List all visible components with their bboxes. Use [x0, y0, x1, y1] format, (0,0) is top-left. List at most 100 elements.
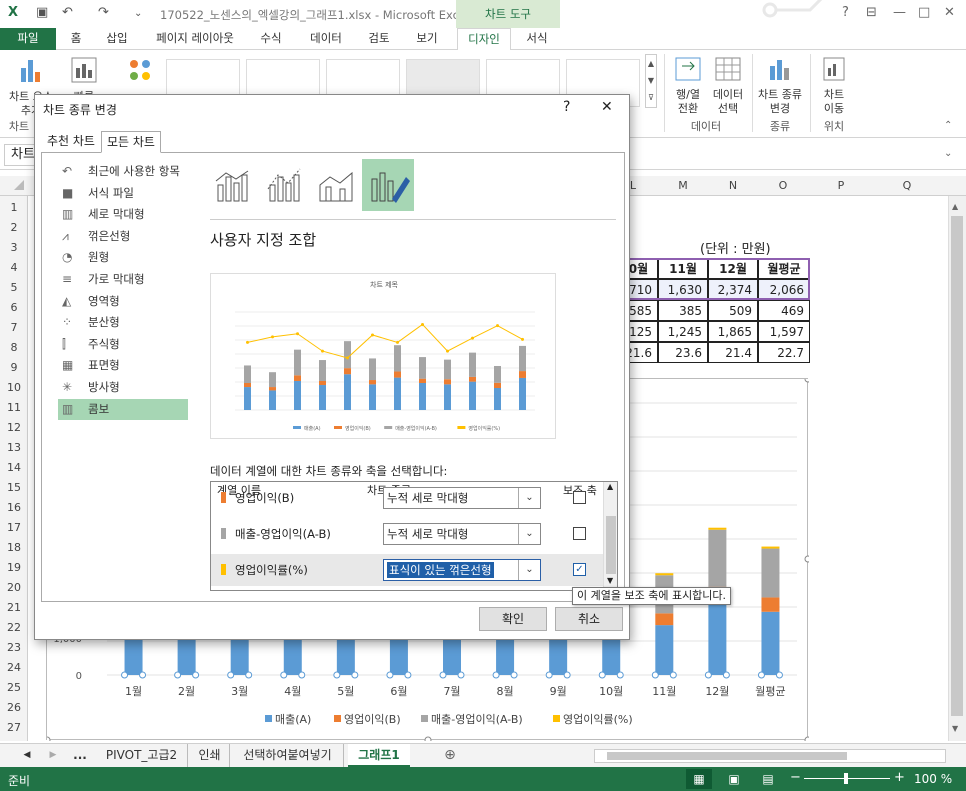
scroll-down-icon[interactable]: ▼ — [952, 724, 958, 733]
row-header[interactable]: 7 — [0, 318, 28, 338]
chart-resize-handle[interactable] — [804, 375, 812, 383]
table-cell[interactable]: 1,865 — [708, 321, 758, 342]
chart-resize-handle[interactable] — [43, 736, 51, 744]
column-header[interactable]: P — [808, 176, 874, 196]
formula-input[interactable]: ) — [620, 144, 940, 166]
bar-sales[interactable] — [708, 602, 727, 675]
chart-type-10[interactable]: ✳ 방사형 — [58, 377, 188, 398]
row-header[interactable]: 21 — [0, 598, 28, 618]
select-data-button[interactable]: 데이터 선택 — [708, 54, 748, 116]
grid-scroll-down-icon[interactable]: ▼ — [607, 576, 613, 585]
sheet-tab[interactable]: PIVOT_고급2 — [96, 744, 188, 767]
bar-sales-minus-profit[interactable] — [761, 548, 780, 598]
tab-page-layout[interactable]: 페이지 레이아웃 — [150, 28, 240, 50]
table-header-cell[interactable]: 12월 — [708, 258, 758, 279]
bar-sales[interactable] — [761, 611, 780, 675]
column-header[interactable]: O — [758, 176, 808, 196]
tab-file[interactable]: 파일 — [0, 28, 56, 50]
row-header[interactable]: 24 — [0, 658, 28, 678]
tab-home[interactable]: 홈 — [64, 28, 88, 50]
restore-button[interactable]: □ — [918, 5, 930, 20]
scrollbar-thumb[interactable] — [951, 216, 963, 716]
series-chart-type-dropdown[interactable]: 누적 세로 막대형 ⌄ — [383, 523, 541, 545]
subtype-column-line-secondary[interactable] — [260, 161, 310, 209]
dropdown-arrow-icon[interactable]: ⌄ — [518, 560, 540, 580]
collapse-ribbon-icon[interactable]: ⌃ — [944, 120, 952, 131]
subtype-custom-combination[interactable] — [362, 159, 414, 211]
tab-format[interactable]: 서식 — [520, 28, 554, 50]
save-icon[interactable]: ▣ — [36, 5, 48, 20]
h-scroll-thumb[interactable] — [607, 752, 847, 760]
table-cell[interactable]: 1,630 — [658, 279, 708, 300]
margin-marker[interactable] — [761, 546, 780, 549]
chart-type-8[interactable]: ⫿ 주식형 — [58, 334, 188, 355]
chart-resize-handle[interactable] — [804, 555, 812, 563]
tab-all-charts[interactable]: 모든 차트 — [101, 131, 161, 153]
cancel-button[interactable]: 취소 — [555, 607, 623, 631]
bar-operating-profit[interactable] — [761, 597, 780, 612]
row-header[interactable]: 22 — [0, 618, 28, 638]
table-cell[interactable]: 385 — [658, 300, 708, 321]
chart-type-7[interactable]: ⁘ 분산형 — [58, 312, 188, 333]
table-header-cell[interactable]: 월평균 — [758, 258, 810, 279]
row-header[interactable]: 8 — [0, 338, 28, 358]
grid-scroll-up-icon[interactable]: ▲ — [607, 482, 613, 491]
ok-button[interactable]: 확인 — [479, 607, 547, 631]
move-chart-button[interactable]: 차트 이동 — [814, 54, 854, 116]
row-header[interactable]: 3 — [0, 238, 28, 258]
series-chart-type-dropdown[interactable]: 표식이 있는 꺾은선형 ⌄ — [383, 559, 541, 581]
next-sheet-icon[interactable]: ▶ — [46, 744, 60, 767]
minimize-button[interactable]: — — [893, 5, 906, 20]
sheet-tab[interactable]: 인쇄 — [190, 744, 230, 767]
table-cell[interactable]: 21.4 — [708, 342, 758, 363]
new-sheet-icon[interactable]: ⊕ — [440, 744, 460, 767]
secondary-axis-checkbox[interactable]: ✓ — [573, 563, 586, 576]
normal-view-icon[interactable]: ▦ — [686, 769, 712, 789]
row-header[interactable]: 25 — [0, 678, 28, 698]
prev-sheet-icon[interactable]: ◀ — [20, 744, 34, 767]
chart-type-11[interactable]: ▥ 콤보 — [58, 398, 188, 420]
dialog-help-icon[interactable]: ? — [563, 99, 570, 115]
bar-sales-minus-profit[interactable] — [708, 529, 727, 587]
table-cell[interactable]: 1,245 — [658, 321, 708, 342]
zoom-out-icon[interactable]: − — [790, 770, 801, 785]
tab-recommended-charts[interactable]: 추천 차트 — [41, 131, 101, 153]
column-header[interactable]: M — [658, 176, 708, 196]
subtype-stacked-area-column[interactable] — [312, 161, 362, 209]
grid-scroll-thumb[interactable] — [606, 516, 616, 574]
row-header[interactable]: 5 — [0, 278, 28, 298]
page-break-view-icon[interactable]: ▤ — [758, 769, 778, 789]
row-header[interactable]: 17 — [0, 518, 28, 538]
page-layout-view-icon[interactable]: ▣ — [724, 769, 744, 789]
row-header[interactable]: 14 — [0, 458, 28, 478]
dialog-close-button[interactable]: ✕ — [601, 99, 613, 115]
vertical-scrollbar[interactable]: ▲ ▼ — [948, 196, 966, 741]
column-header[interactable]: Q — [874, 176, 940, 196]
undo-icon[interactable]: ↶ — [62, 5, 73, 20]
more-sheets[interactable]: ... — [70, 744, 90, 767]
row-header[interactable]: 19 — [0, 558, 28, 578]
row-header[interactable]: 1 — [0, 198, 28, 218]
row-header[interactable]: 2 — [0, 218, 28, 238]
chart-type-6[interactable]: ◭ 영역형 — [58, 291, 188, 312]
row-header[interactable]: 23 — [0, 638, 28, 658]
subtype-clustered-column-line[interactable] — [208, 161, 258, 209]
row-header[interactable]: 18 — [0, 538, 28, 558]
expand-formula-icon[interactable]: ⌄ — [944, 148, 952, 159]
chart-resize-handle[interactable] — [424, 736, 432, 744]
bar-sales[interactable] — [655, 625, 674, 675]
row-header[interactable]: 11 — [0, 398, 28, 418]
table-cell[interactable]: 509 — [708, 300, 758, 321]
row-header[interactable]: 15 — [0, 478, 28, 498]
chart-type-2[interactable]: ▥ 세로 막대형 — [58, 204, 188, 225]
table-cell[interactable]: 1,597 — [758, 321, 810, 342]
tab-design[interactable]: 디자인 — [457, 28, 511, 51]
chart-type-0[interactable]: ↶ 최근에 사용한 항목 — [58, 161, 188, 182]
chart-type-4[interactable]: ◔ 원형 — [58, 247, 188, 268]
row-header[interactable]: 9 — [0, 358, 28, 378]
margin-marker[interactable] — [655, 573, 674, 576]
legend-entry[interactable]: 영업이익(B) — [344, 713, 401, 726]
zoom-slider-thumb[interactable] — [844, 773, 848, 784]
series-chart-type-dropdown[interactable]: 누적 세로 막대형 ⌄ — [383, 487, 541, 509]
grid-scrollbar[interactable]: ▲ ▼ — [603, 482, 617, 590]
